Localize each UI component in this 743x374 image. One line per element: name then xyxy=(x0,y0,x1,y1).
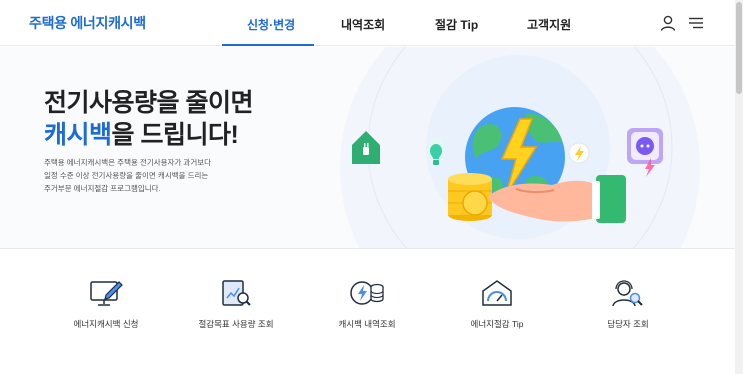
page-scrollbar[interactable] xyxy=(735,0,743,374)
section-divider xyxy=(0,248,743,249)
service-label: 절감목표 사용량 조회 xyxy=(198,319,274,329)
nav-apply-change[interactable]: 신청·변경 xyxy=(247,16,295,33)
site-logo[interactable]: 주택용 에너지캐시백 xyxy=(29,13,146,33)
service-label: 담당자 조회 xyxy=(607,319,649,329)
hero-description-line3: 주거부문 에너지절감 프로그램입니다. xyxy=(44,184,161,193)
service-cashback-history[interactable]: 캐시백 내역조회 xyxy=(302,278,432,330)
hero-title-rest: 을 드립니다! xyxy=(111,121,239,149)
scrollbar-thumb[interactable] xyxy=(736,2,742,94)
house-gauge-icon xyxy=(482,280,512,306)
hero-description-line2: 일정 수준 이상 전기사용량을 줄이면 캐시백을 드리는 xyxy=(44,171,209,180)
service-label: 캐시백 내역조회 xyxy=(338,319,396,329)
agent-search-icon xyxy=(612,280,643,307)
service-apply-cashback[interactable]: 에너지캐시백 신청 xyxy=(41,278,171,330)
site-header: 주택용 에너지캐시백 신청·변경 내역조회 절감 Tip 고객지원 xyxy=(0,0,743,46)
hero-banner: 전기사용량을 줄이면 캐시백을 드립니다! 주택용 에너지캐시백은 주택용 전기… xyxy=(0,47,743,248)
monitor-pen-icon xyxy=(90,281,123,306)
service-find-agent[interactable]: 담당자 조회 xyxy=(563,278,693,330)
energy-badge-icon xyxy=(568,142,590,164)
hero-title-accent: 캐시백 xyxy=(44,121,112,149)
nav-support[interactable]: 고객지원 xyxy=(527,16,571,33)
service-label: 에너지절감 Tip xyxy=(470,319,524,329)
nav-history[interactable]: 내역조회 xyxy=(341,16,385,33)
user-icon[interactable] xyxy=(659,14,677,32)
nav-active-indicator xyxy=(222,44,314,46)
service-target-usage[interactable]: 절감목표 사용량 조회 xyxy=(171,278,301,330)
hero-title-line1: 전기사용량을 줄이면 xyxy=(44,89,253,117)
coins-icon xyxy=(448,173,492,221)
nav-saving-tip[interactable]: 절감 Tip xyxy=(435,16,478,33)
service-label: 에너지캐시백 신청 xyxy=(73,319,139,329)
menu-icon[interactable] xyxy=(687,14,705,32)
chart-search-icon xyxy=(222,280,251,306)
hero-title-line2: 캐시백을 드립니다! xyxy=(44,115,239,151)
hero-illustration xyxy=(340,47,700,248)
lightning-coins-icon xyxy=(350,281,384,305)
service-saving-tip[interactable]: 에너지절감 Tip xyxy=(432,278,562,330)
hero-description-line1: 주택용 에너지캐시백은 주택용 전기사용자가 과거보다 xyxy=(44,158,212,167)
